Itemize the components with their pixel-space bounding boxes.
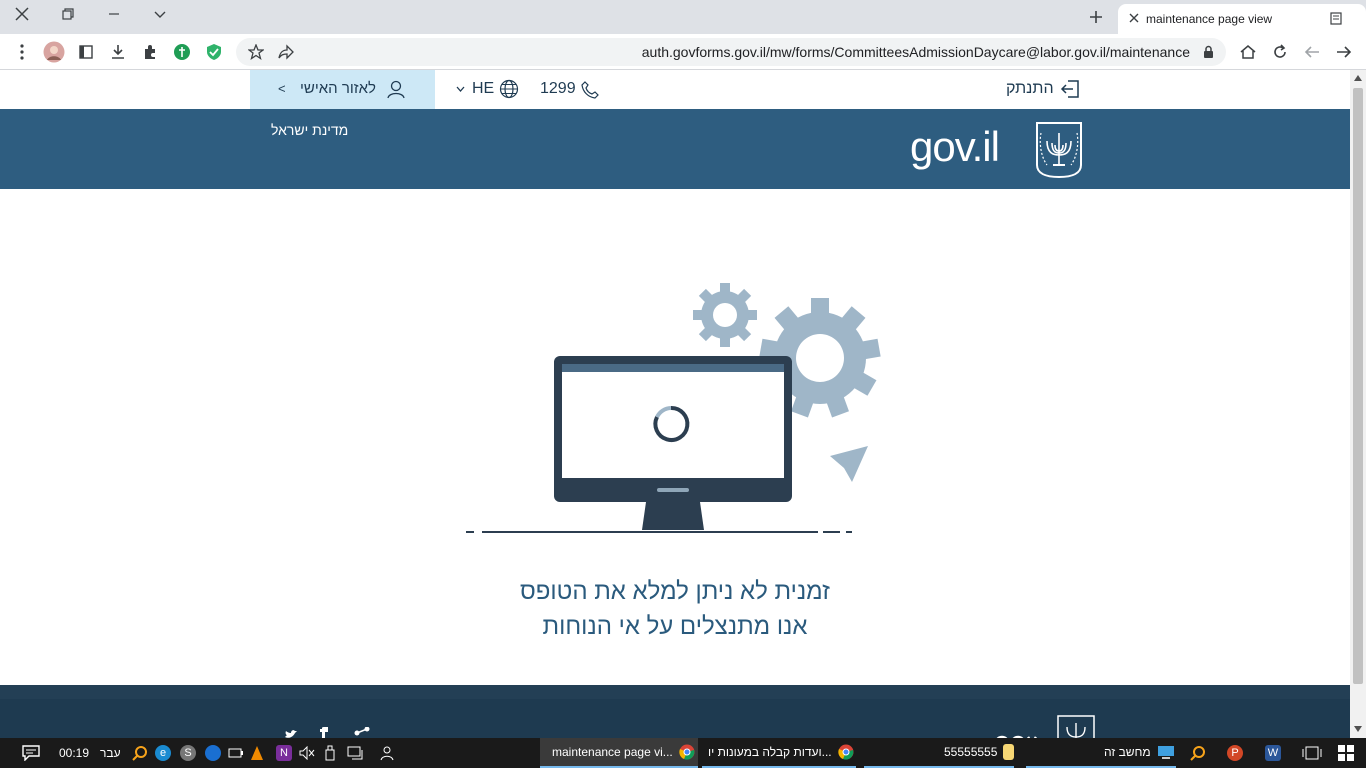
menu-dots-icon[interactable]	[8, 38, 36, 66]
task-view-icon[interactable]	[1302, 738, 1322, 768]
footer-divider	[0, 685, 1350, 699]
chrome-icon	[837, 744, 854, 760]
phone-icon	[581, 81, 599, 99]
page-scrollbar[interactable]	[1350, 70, 1366, 738]
language-label: HE	[472, 80, 495, 97]
input-language[interactable]: עבר	[100, 738, 121, 768]
bookmark-star-icon[interactable]	[248, 44, 264, 60]
taskbar-task-notepad[interactable]: 55555555	[864, 738, 1014, 768]
maintenance-message-line1: זמנית לא ניתן למלא את הטופס	[520, 578, 830, 605]
footer-emblem-icon	[1057, 715, 1095, 738]
logout-icon	[1060, 80, 1079, 98]
site-header: מדינת ישראל gov.il	[0, 109, 1350, 189]
url-text[interactable]: auth.govforms.gov.il/mw/forms/Committees…	[642, 44, 1190, 60]
onenote-tray-icon[interactable]: N	[276, 738, 292, 768]
taskbar-task-committees[interactable]: ועדות קבלה במעונות יו...	[702, 738, 856, 768]
people-icon[interactable]	[378, 738, 394, 768]
phone-number: 1299	[540, 80, 576, 97]
maintenance-message-line2: אנו מתנצלים על אי הנוחות	[542, 613, 808, 640]
globe-icon	[499, 79, 519, 99]
network-icon[interactable]	[347, 738, 365, 768]
edge-app-icon[interactable]: e	[155, 738, 171, 768]
notification-icon[interactable]	[22, 738, 40, 768]
social-icons[interactable]	[283, 727, 373, 738]
new-tab-icon[interactable]	[1082, 3, 1110, 31]
user-icon	[387, 80, 405, 99]
close-tab-icon[interactable]	[1129, 13, 1139, 23]
sticky-notes-icon	[1003, 744, 1014, 760]
utility-bar: < לאזור האישי HE 1299 התנתק	[0, 70, 1350, 109]
menorah-emblem-icon	[1036, 122, 1082, 179]
windows-start-icon[interactable]	[1338, 738, 1354, 768]
small-gear-icon	[693, 283, 757, 347]
search-app-icon[interactable]	[132, 738, 148, 768]
gov-il-logo[interactable]: gov.il	[910, 119, 1020, 179]
computer-icon	[1157, 746, 1174, 759]
home-icon[interactable]	[1234, 38, 1262, 66]
share-icon[interactable]	[278, 44, 294, 60]
personal-area-label: לאזור האישי	[300, 80, 376, 97]
extensions-puzzle-icon[interactable]	[136, 38, 164, 66]
restore-window-icon[interactable]	[54, 0, 82, 28]
clock[interactable]: 00:19	[59, 738, 89, 768]
skype-tray-icon[interactable]: S	[180, 738, 196, 768]
minimize-window-icon[interactable]	[100, 0, 128, 28]
personal-area-button[interactable]: < לאזור האישי	[250, 70, 435, 109]
page-viewport: < לאזור האישי HE 1299 התנתק מדינת ישראל …	[0, 70, 1350, 738]
language-selector[interactable]: HE	[456, 70, 526, 109]
shield-extension-icon[interactable]	[200, 38, 228, 66]
vlc-tray-icon[interactable]	[250, 738, 264, 768]
bluetooth-icon[interactable]	[205, 738, 221, 768]
close-window-icon[interactable]	[8, 0, 36, 28]
tab-maintenance-page[interactable]: maintenance page view	[1118, 4, 1366, 34]
phone-link[interactable]: 1299	[540, 70, 602, 109]
maintenance-illustration	[466, 283, 881, 533]
site-footer	[0, 685, 1350, 738]
monitor-icon	[554, 356, 792, 530]
chevron-left-icon: <	[278, 81, 286, 96]
footer-logo-icon	[996, 735, 1038, 738]
state-label: מדינת ישראל	[271, 122, 349, 138]
lock-icon[interactable]	[1203, 45, 1214, 59]
volume-muted-icon[interactable]	[299, 738, 315, 768]
page-icon	[1330, 12, 1342, 25]
address-bar[interactable]: auth.govforms.gov.il/mw/forms/Committees…	[236, 38, 1226, 66]
battery-icon[interactable]	[228, 738, 244, 768]
scroll-down-icon[interactable]	[1354, 726, 1362, 732]
logo-text: gov.il	[910, 123, 1000, 170]
paper-plane-icon	[830, 446, 868, 482]
reload-icon[interactable]	[1266, 38, 1294, 66]
extension-green-icon[interactable]	[168, 38, 196, 66]
logout-label: התנתק	[1006, 80, 1054, 97]
browser-tab-bar: maintenance page view	[0, 0, 1366, 34]
powerpoint-icon[interactable]: P	[1227, 738, 1243, 768]
chrome-icon	[679, 744, 695, 760]
browser-toolbar: auth.govforms.gov.il/mw/forms/Committees…	[0, 34, 1366, 70]
download-icon[interactable]	[104, 38, 132, 66]
back-arrow-icon[interactable]	[1298, 38, 1326, 66]
taskbar-task-maintenance[interactable]: maintenance page vi...	[540, 738, 698, 768]
windows-taskbar: 00:19 עבר e S N maintenance page vi... ו…	[0, 738, 1366, 768]
forward-arrow-icon[interactable]	[1330, 38, 1358, 66]
profile-avatar[interactable]	[40, 38, 68, 66]
reading-list-icon[interactable]	[72, 38, 100, 66]
taskbar-task-this-pc[interactable]: מחשב זה	[1026, 738, 1176, 768]
tab-title: maintenance page view	[1146, 12, 1273, 26]
word-icon[interactable]: W	[1265, 738, 1281, 768]
logout-button[interactable]: התנתק	[1006, 70, 1082, 109]
chevron-down-icon	[456, 86, 465, 92]
tab-search-chevron-icon[interactable]	[146, 0, 174, 28]
scrollbar-thumb[interactable]	[1353, 88, 1363, 684]
scroll-up-icon[interactable]	[1354, 75, 1362, 81]
usb-icon[interactable]	[325, 738, 335, 768]
search-icon[interactable]	[1190, 738, 1206, 768]
